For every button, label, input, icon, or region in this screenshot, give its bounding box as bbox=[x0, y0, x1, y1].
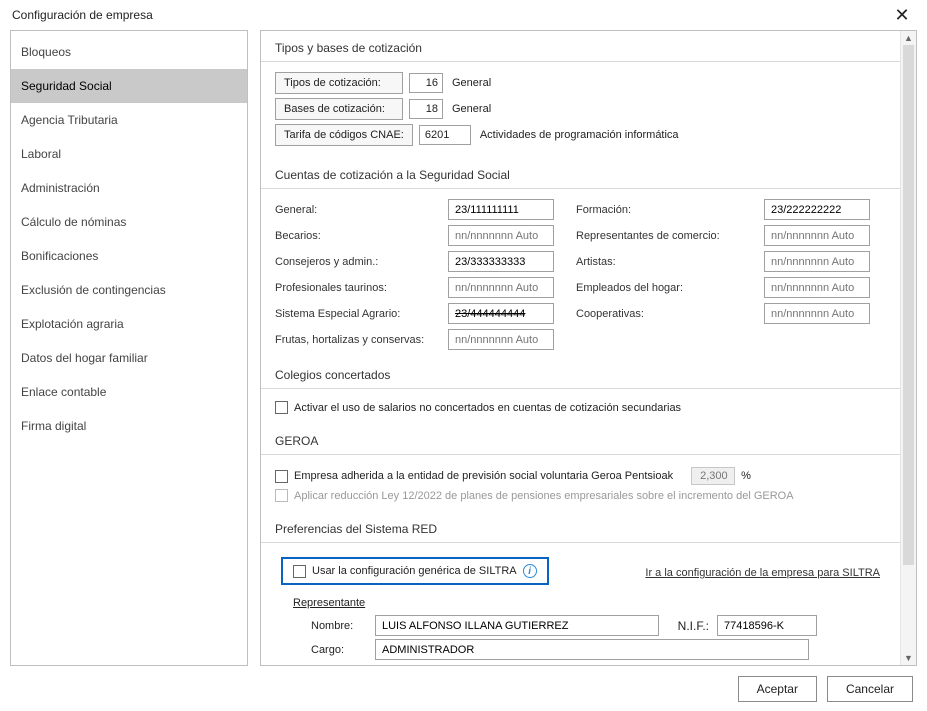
cuenta-general-input[interactable] bbox=[448, 199, 554, 220]
sidebar-item-enlace-contable[interactable]: Enlace contable bbox=[11, 375, 247, 409]
cuenta-artistas-label: Artistas: bbox=[576, 256, 746, 268]
cuenta-artistas-input[interactable] bbox=[764, 251, 870, 272]
section-title-geroa: GEROA bbox=[261, 424, 900, 455]
tarifa-cnae-label: Tarifa de códigos CNAE: bbox=[275, 124, 413, 146]
geroa-pct-input: 2,300 bbox=[691, 467, 735, 485]
cuenta-taurinos-label: Profesionales taurinos: bbox=[275, 282, 430, 294]
cuenta-consejeros-label: Consejeros y admin.: bbox=[275, 256, 430, 268]
content-panel: Tipos y bases de cotización Tipos de cot… bbox=[261, 31, 900, 665]
cuenta-representantes-input[interactable] bbox=[764, 225, 870, 246]
cuenta-frutas-label: Frutas, hortalizas y conservas: bbox=[275, 334, 430, 346]
cuenta-agrario-label: Sistema Especial Agrario: bbox=[275, 308, 430, 320]
sidebar-item-seguridad-social[interactable]: Seguridad Social bbox=[11, 69, 247, 103]
accept-button[interactable]: Aceptar bbox=[738, 676, 817, 702]
rep-nombre-input[interactable] bbox=[375, 615, 659, 636]
cuenta-cooperativas-label: Cooperativas: bbox=[576, 308, 746, 320]
geroa-adherida-label: Empresa adherida a la entidad de previsi… bbox=[294, 470, 673, 482]
sidebar-item-exclusion-contingencias[interactable]: Exclusión de contingencias bbox=[11, 273, 247, 307]
cuenta-cooperativas-input[interactable] bbox=[764, 303, 870, 324]
close-icon[interactable]: ✕ bbox=[887, 6, 917, 24]
sidebar-item-agencia-tributaria[interactable]: Agencia Tributaria bbox=[11, 103, 247, 137]
tarifa-cnae-desc: Actividades de programación informática bbox=[477, 129, 679, 141]
section-title-cuentas: Cuentas de cotización a la Seguridad Soc… bbox=[261, 158, 900, 189]
scroll-thumb[interactable] bbox=[903, 45, 914, 565]
sidebar-item-calculo-nominas[interactable]: Cálculo de nóminas bbox=[11, 205, 247, 239]
cuenta-frutas-input[interactable] bbox=[448, 329, 554, 350]
window-title: Configuración de empresa bbox=[12, 8, 887, 22]
vertical-scrollbar[interactable]: ▲ ▼ bbox=[900, 31, 916, 665]
siltra-generic-label: Usar la configuración genérica de SILTRA bbox=[312, 565, 517, 577]
cancel-button[interactable]: Cancelar bbox=[827, 676, 913, 702]
sidebar: Bloqueos Seguridad Social Agencia Tribut… bbox=[10, 30, 248, 666]
bases-cotizacion-label: Bases de cotización: bbox=[275, 98, 403, 120]
cuenta-becarios-input[interactable] bbox=[448, 225, 554, 246]
bases-cotizacion-desc: General bbox=[449, 103, 491, 115]
section-title-colegios: Colegios concertados bbox=[261, 358, 900, 389]
geroa-reduccion-checkbox bbox=[275, 489, 288, 502]
tipos-cotizacion-desc: General bbox=[449, 77, 491, 89]
cuenta-hogar-label: Empleados del hogar: bbox=[576, 282, 746, 294]
colegios-checkbox[interactable] bbox=[275, 401, 288, 414]
cuenta-taurinos-input[interactable] bbox=[448, 277, 554, 298]
rep-nif-input[interactable] bbox=[717, 615, 817, 636]
tipos-cotizacion-code[interactable]: 16 bbox=[409, 73, 443, 93]
siltra-config-box: Usar la configuración genérica de SILTRA… bbox=[281, 557, 549, 585]
siltra-config-link[interactable]: Ir a la configuración de la empresa para… bbox=[645, 567, 880, 579]
info-icon[interactable]: i bbox=[523, 564, 537, 578]
bases-cotizacion-code[interactable]: 18 bbox=[409, 99, 443, 119]
scroll-track[interactable] bbox=[901, 45, 916, 651]
sidebar-item-firma-digital[interactable]: Firma digital bbox=[11, 409, 247, 443]
cuenta-hogar-input[interactable] bbox=[764, 277, 870, 298]
rep-nombre-label: Nombre: bbox=[311, 620, 367, 632]
geroa-reduccion-label: Aplicar reducción Ley 12/2022 de planes … bbox=[294, 490, 794, 502]
geroa-adherida-checkbox[interactable] bbox=[275, 470, 288, 483]
scroll-up-icon[interactable]: ▲ bbox=[904, 31, 913, 45]
siltra-generic-checkbox[interactable] bbox=[293, 565, 306, 578]
rep-cargo-input[interactable] bbox=[375, 639, 809, 660]
sidebar-item-administracion[interactable]: Administración bbox=[11, 171, 247, 205]
cuenta-representantes-label: Representantes de comercio: bbox=[576, 230, 746, 242]
sidebar-item-explotacion-agraria[interactable]: Explotación agraria bbox=[11, 307, 247, 341]
rep-nif-label: N.I.F.: bbox=[667, 619, 709, 633]
colegios-checkbox-label: Activar el uso de salarios no concertado… bbox=[294, 402, 681, 414]
tipos-cotizacion-label: Tipos de cotización: bbox=[275, 72, 403, 94]
cuenta-becarios-label: Becarios: bbox=[275, 230, 430, 242]
sidebar-item-datos-hogar[interactable]: Datos del hogar familiar bbox=[11, 341, 247, 375]
geroa-pct-suffix: % bbox=[741, 470, 751, 482]
sidebar-item-bonificaciones[interactable]: Bonificaciones bbox=[11, 239, 247, 273]
sidebar-item-bloqueos[interactable]: Bloqueos bbox=[11, 35, 247, 69]
cuenta-consejeros-input[interactable] bbox=[448, 251, 554, 272]
scroll-down-icon[interactable]: ▼ bbox=[904, 651, 913, 665]
representante-title: Representante bbox=[293, 597, 886, 609]
section-title-tipos: Tipos y bases de cotización bbox=[261, 31, 900, 62]
cuenta-formacion-input[interactable] bbox=[764, 199, 870, 220]
rep-cargo-label: Cargo: bbox=[311, 644, 367, 656]
sidebar-item-laboral[interactable]: Laboral bbox=[11, 137, 247, 171]
tarifa-cnae-code[interactable]: 6201 bbox=[419, 125, 471, 145]
cuenta-agrario-input[interactable] bbox=[448, 303, 554, 324]
cuenta-general-label: General: bbox=[275, 204, 430, 216]
cuenta-formacion-label: Formación: bbox=[576, 204, 746, 216]
section-title-red: Preferencias del Sistema RED bbox=[261, 512, 900, 543]
